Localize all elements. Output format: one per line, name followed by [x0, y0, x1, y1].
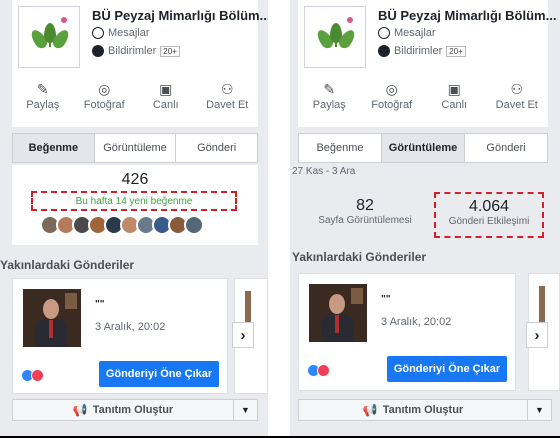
- page-actions: ✎ Paylaş ◎ Fotoğraf ▣ Canlı ⚇ Davet Et: [12, 82, 258, 122]
- page-views-value: 82: [356, 197, 374, 214]
- notifications-badge: 20+: [160, 45, 180, 57]
- live-video-icon: ▣: [447, 81, 461, 97]
- next-post-button[interactable]: ›: [232, 322, 254, 348]
- camera-icon: ◎: [98, 81, 111, 97]
- live-video-icon: ▣: [159, 81, 173, 97]
- likes-stats-card: 426 Bu hafta 14 yeni beğenme: [12, 165, 258, 245]
- post-date: 3 Aralık, 20:02: [95, 321, 166, 333]
- nearby-posts-title: Yakınlardaki Gönderiler: [292, 250, 427, 264]
- tab-posts[interactable]: Gönderi: [465, 134, 547, 162]
- notifications-link[interactable]: Bildirimler 20+: [378, 45, 466, 57]
- post-reactions[interactable]: [307, 364, 330, 377]
- post-title: "": [381, 294, 391, 305]
- action-invite[interactable]: ⚇ Davet Et: [197, 82, 259, 122]
- left-panel: BÜ Peyzaj Mimarlığı Bölüm... Mesajlar Bi…: [0, 0, 268, 438]
- page-logo[interactable]: [18, 6, 80, 68]
- tab-views[interactable]: Görüntüleme: [382, 134, 465, 162]
- camera-icon: ◎: [385, 81, 398, 97]
- action-share[interactable]: ✎ Paylaş: [12, 82, 74, 122]
- promotion-bar: 📢 Tanıtım Oluştur ▼: [298, 399, 552, 421]
- action-live[interactable]: ▣ Canlı: [135, 82, 197, 122]
- tab-likes[interactable]: Beğenme: [13, 134, 95, 162]
- tab-likes[interactable]: Beğenme: [299, 134, 382, 162]
- create-promotion-button[interactable]: 📢 Tanıtım Oluştur: [298, 399, 528, 421]
- page-actions: ✎ Paylaş ◎ Fotoğraf ▣ Canlı ⚇ Davet Et: [298, 82, 548, 122]
- chat-icon: [92, 27, 104, 39]
- page-logo[interactable]: [304, 6, 366, 68]
- globe-icon: [92, 45, 104, 57]
- panel-gap: [268, 0, 290, 438]
- invite-user-icon: ⚇: [220, 81, 234, 97]
- views-stats-card: 82 Sayfa Görüntülemesi 4.064 Gönderi Etk…: [290, 176, 560, 246]
- flower-icon: [347, 17, 353, 23]
- insights-tabs: Beğenme Görüntüleme Gönderi: [298, 133, 548, 163]
- messages-link[interactable]: Mesajlar: [92, 27, 150, 39]
- post-card[interactable]: "" 3 Aralık, 20:02 Gönderiyi Öne Çıkar: [298, 273, 516, 391]
- page-name[interactable]: BÜ Peyzaj Mimarlığı Bölüm...: [92, 8, 268, 23]
- liker-avatars[interactable]: [40, 215, 204, 237]
- insights-tabs: Beğenme Görüntüleme Gönderi: [12, 133, 258, 163]
- megaphone-icon: 📢: [72, 403, 88, 417]
- stem-icon: [49, 37, 51, 47]
- page-header-card: BÜ Peyzaj Mimarlığı Bölüm... Mesajlar Bi…: [298, 0, 556, 127]
- promotion-bar: 📢 Tanıtım Oluştur ▼: [12, 399, 258, 421]
- page-views-metric: 82 Sayfa Görüntülemesi: [310, 197, 420, 226]
- stem-icon: [335, 37, 337, 47]
- megaphone-icon: 📢: [362, 403, 378, 417]
- boost-post-button[interactable]: Gönderiyi Öne Çıkar: [99, 361, 219, 387]
- messages-label: Mesajlar: [108, 27, 150, 39]
- post-engagement-label: Gönderi Etkileşimi: [448, 216, 530, 227]
- love-reaction-icon: [31, 369, 44, 382]
- promotion-dropdown-button[interactable]: ▼: [234, 399, 258, 421]
- love-reaction-icon: [317, 364, 330, 377]
- tab-views[interactable]: Görüntüleme: [95, 134, 177, 162]
- action-share[interactable]: ✎ Paylaş: [298, 82, 361, 122]
- action-live[interactable]: ▣ Canlı: [423, 82, 486, 122]
- messages-label: Mesajlar: [394, 27, 436, 39]
- edit-icon: ✎: [36, 81, 49, 97]
- action-photo[interactable]: ◎ Fotoğraf: [361, 82, 424, 122]
- notifications-badge: 20+: [446, 45, 466, 57]
- promotion-dropdown-button[interactable]: ▼: [528, 399, 552, 421]
- post-title: "": [95, 299, 105, 310]
- notifications-label: Bildirimler: [394, 45, 443, 57]
- page-views-label: Sayfa Görüntülemesi: [318, 215, 412, 226]
- action-invite[interactable]: ⚇ Davet Et: [486, 82, 549, 122]
- notifications-label: Bildirimler: [108, 45, 157, 57]
- notifications-link[interactable]: Bildirimler 20+: [92, 45, 180, 57]
- next-post-button[interactable]: ›: [526, 322, 548, 348]
- page-name[interactable]: BÜ Peyzaj Mimarlığı Bölüm...: [378, 8, 556, 23]
- messages-link[interactable]: Mesajlar: [378, 27, 436, 39]
- nearby-posts-title: Yakınlardaki Gönderiler: [0, 258, 135, 272]
- post-thumbnail[interactable]: [23, 289, 81, 347]
- action-photo[interactable]: ◎ Fotoğraf: [74, 82, 136, 122]
- tab-posts[interactable]: Gönderi: [176, 134, 257, 162]
- post-engagement-value: 4.064: [468, 198, 510, 215]
- post-date: 3 Aralık, 20:02: [381, 316, 452, 328]
- chat-icon: [378, 27, 390, 39]
- edit-icon: ✎: [323, 81, 336, 97]
- invite-user-icon: ⚇: [510, 81, 524, 97]
- create-promotion-label: Tanıtım Oluştur: [382, 404, 464, 416]
- weekly-new-likes: Bu hafta 14 yeni beğenme: [31, 191, 237, 211]
- boost-post-button[interactable]: Gönderiyi Öne Çıkar: [387, 356, 507, 382]
- post-reactions[interactable]: [21, 369, 44, 382]
- post-card[interactable]: "" 3 Aralık, 20:02 Gönderiyi Öne Çıkar: [12, 278, 228, 394]
- create-promotion-button[interactable]: 📢 Tanıtım Oluştur: [12, 399, 234, 421]
- globe-icon: [378, 45, 390, 57]
- create-promotion-label: Tanıtım Oluştur: [92, 404, 174, 416]
- post-engagement-metric: 4.064 Gönderi Etkileşimi: [434, 192, 544, 238]
- page-header-card: BÜ Peyzaj Mimarlığı Bölüm... Mesajlar Bi…: [12, 0, 268, 127]
- liker-avatar[interactable]: [184, 215, 204, 235]
- flower-icon: [61, 17, 67, 23]
- post-thumbnail[interactable]: [309, 284, 367, 342]
- right-panel: BÜ Peyzaj Mimarlığı Bölüm... Mesajlar Bi…: [290, 0, 560, 438]
- likes-count: 426: [121, 171, 149, 188]
